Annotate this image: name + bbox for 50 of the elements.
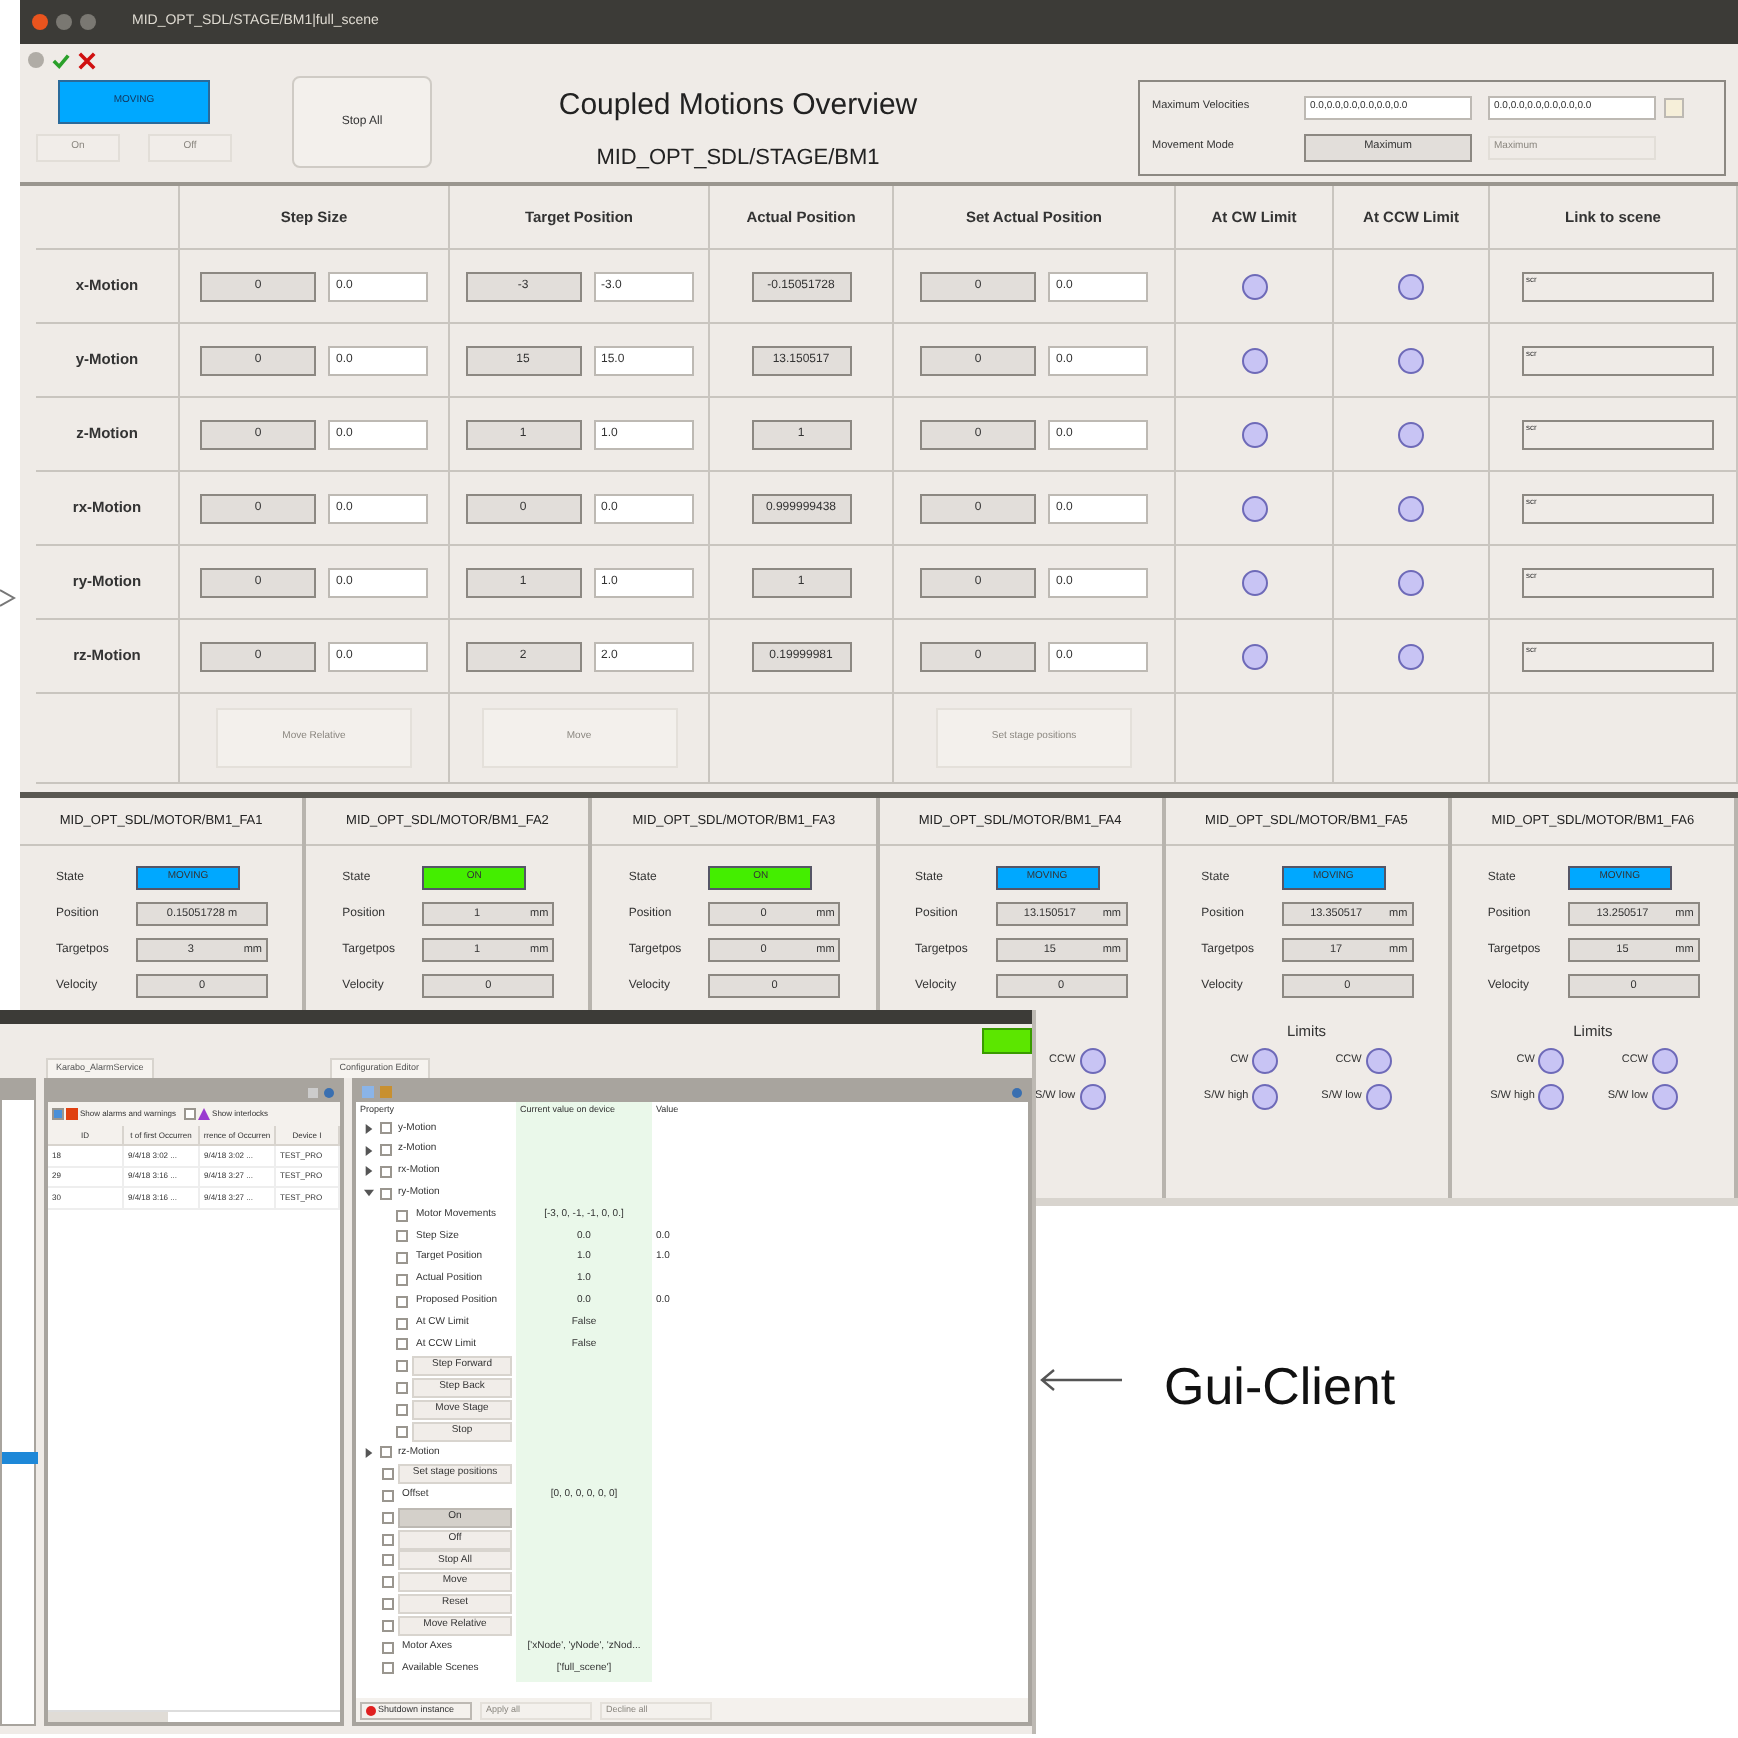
checkbox[interactable] — [380, 1122, 392, 1135]
collapsed-caret-icon[interactable] — [364, 1166, 374, 1177]
collapsed-caret-icon[interactable] — [364, 1123, 374, 1134]
maximize-icon[interactable] — [80, 14, 96, 30]
checkbox[interactable] — [380, 1144, 392, 1157]
table-cell — [36, 186, 180, 250]
close-icon[interactable] — [78, 51, 96, 69]
checkbox[interactable] — [396, 1273, 408, 1286]
device-subtitle: MID_OPT_SDL/STAGE/BM1 — [596, 143, 880, 173]
checkbox[interactable] — [396, 1230, 408, 1243]
checkbox[interactable] — [382, 1511, 394, 1524]
minimize-icon[interactable] — [56, 14, 72, 30]
checkbox[interactable] — [396, 1403, 408, 1416]
checkbox[interactable] — [52, 1108, 64, 1120]
expanded-caret-icon[interactable] — [364, 1188, 374, 1199]
collapsed-caret-icon[interactable] — [364, 1447, 374, 1458]
settings-icon[interactable] — [324, 1087, 334, 1097]
checkbox[interactable] — [382, 1641, 394, 1654]
checkbox[interactable] — [396, 1425, 408, 1438]
checkbox[interactable] — [396, 1209, 408, 1222]
checkbox[interactable] — [396, 1295, 408, 1308]
page-title: Coupled Motions Overview — [558, 86, 918, 126]
checkbox[interactable] — [396, 1317, 408, 1330]
settings-icon[interactable] — [1012, 1087, 1022, 1097]
window-icon[interactable] — [308, 1087, 318, 1097]
warning-icon — [198, 1108, 211, 1120]
checkbox[interactable] — [396, 1381, 408, 1394]
checkbox[interactable] — [382, 1533, 394, 1546]
checkbox[interactable] — [382, 1489, 394, 1502]
annotation-label: Gui-Client — [1164, 1354, 1396, 1420]
checkbox[interactable] — [380, 1187, 392, 1200]
status-indicator — [982, 1027, 1032, 1053]
checkbox[interactable] — [396, 1338, 408, 1351]
checkbox[interactable] — [396, 1252, 408, 1265]
checkbox[interactable] — [382, 1468, 394, 1481]
close-icon[interactable] — [32, 14, 48, 30]
checkbox[interactable] — [380, 1446, 392, 1459]
check-icon[interactable] — [52, 51, 70, 69]
left-arrow-icon — [1040, 1368, 1124, 1392]
checkbox[interactable] — [382, 1554, 394, 1567]
checkbox[interactable] — [382, 1662, 394, 1675]
checkbox[interactable] — [184, 1108, 197, 1120]
checkbox[interactable] — [380, 1165, 392, 1178]
checkbox[interactable] — [382, 1597, 394, 1610]
checkbox[interactable] — [396, 1360, 408, 1373]
collapsed-caret-icon[interactable] — [364, 1145, 374, 1156]
shutdown-icon — [366, 1705, 376, 1715]
checkbox[interactable] — [382, 1619, 394, 1632]
alarm-icon — [66, 1108, 78, 1120]
checkbox[interactable] — [382, 1576, 394, 1589]
